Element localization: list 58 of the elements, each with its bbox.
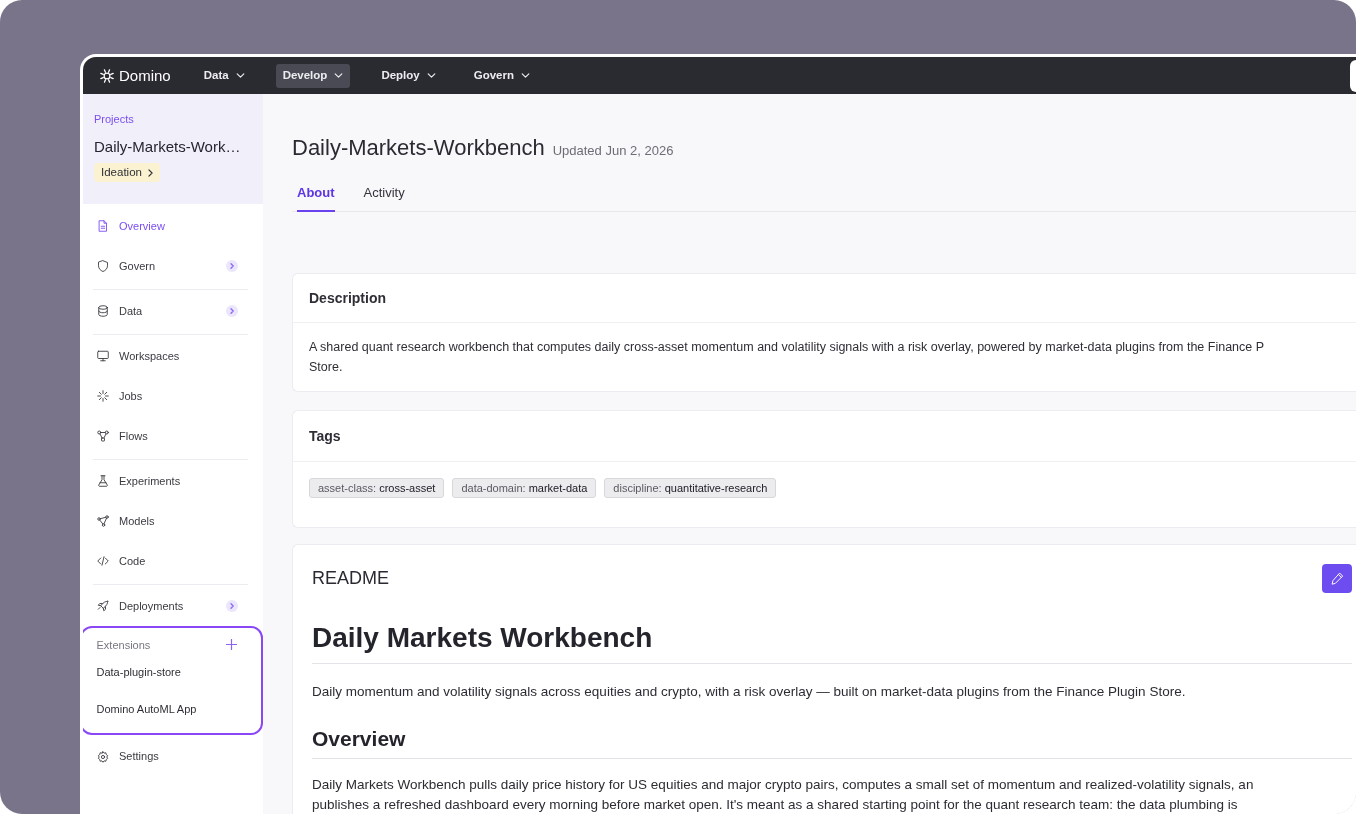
gear-icon xyxy=(97,750,109,763)
sidebar-item[interactable]: Code xyxy=(93,541,248,581)
readme-heading: Daily Markets Workbench xyxy=(312,621,653,655)
readme-title: README xyxy=(312,567,389,590)
section-heading: Overview xyxy=(312,726,406,752)
sidebar-item[interactable]: Jobs xyxy=(93,376,248,416)
sidebar-item[interactable]: Deployments xyxy=(93,586,248,626)
nav-menu[interactable]: Deploy xyxy=(374,63,443,88)
sidebar-item[interactable]: Workspaces xyxy=(93,336,248,376)
sidebar-item[interactable]: Overview xyxy=(93,206,248,246)
code-icon xyxy=(97,555,109,567)
sidebar-item[interactable]: Flows xyxy=(93,416,248,456)
caret-icon xyxy=(235,73,245,78)
breadcrumb-link[interactable]: Projects xyxy=(94,112,134,126)
tag-chip: asset-class: cross-asset xyxy=(309,478,445,498)
tag-chip: data-domain: market-data xyxy=(452,478,597,498)
logo-icon xyxy=(100,68,114,83)
caret-icon xyxy=(426,73,436,78)
nodes-icon xyxy=(97,430,109,442)
plus-icon[interactable] xyxy=(226,639,237,650)
document-icon xyxy=(97,220,109,232)
extensions-label: Extensions xyxy=(96,637,151,652)
logo-text: Domino xyxy=(119,66,171,85)
sidebar-item[interactable]: Models xyxy=(93,501,248,541)
extension-link[interactable]: Domino AutoML App xyxy=(96,690,197,728)
readme-paragraph: Daily Markets Workbench pulls daily price history for US equities and major crypto pairs, computes a small set of momentum and realized-volatility signals, an publishes a refreshed dashboard every morning before market open. It's meant as a shared starting point for the quant research team: the data plumbing is xyxy=(312,776,1254,814)
spinner-icon xyxy=(97,390,109,402)
tag-chip: discipline: quantitative-research xyxy=(604,478,777,498)
tab[interactable]: About xyxy=(297,179,335,212)
edit-button[interactable] xyxy=(1322,564,1352,593)
updated-date: Updated Jun 2, 2026 xyxy=(552,142,674,160)
description-text: A shared quant research workbench that computes daily cross-asset momentum and volatility signals with a risk overlay, powered by market-data plugins from the Finance P Store. xyxy=(309,339,1265,376)
readme-paragraph: Daily momentum and volatility signals across equities and crypto, with a risk overlay — built on market-data plugins from the Finance Plugin Store. xyxy=(312,683,1186,701)
nav-button[interactable] xyxy=(1350,59,1356,92)
project-name: Daily-Markets-Work… xyxy=(94,137,241,157)
nav-menu[interactable]: Develop xyxy=(275,63,351,88)
network-icon xyxy=(97,515,109,527)
flask-icon xyxy=(97,475,109,487)
sidebar-item[interactable]: Data xyxy=(93,291,248,331)
monitor-icon xyxy=(97,350,109,362)
card-title: Tags xyxy=(309,426,341,446)
nav-menu[interactable]: Govern xyxy=(466,63,537,88)
caret-icon xyxy=(521,73,530,78)
extension-link[interactable]: Data-plugin-store xyxy=(96,653,181,691)
sidebar-item[interactable]: Settings xyxy=(97,736,238,777)
nav-menu[interactable]: Data xyxy=(196,63,252,88)
stage-button[interactable]: Ideation xyxy=(94,163,160,182)
caret-icon xyxy=(334,73,344,78)
shield-icon xyxy=(97,260,109,272)
pencil-icon xyxy=(1330,572,1344,585)
sidebar-item[interactable]: Experiments xyxy=(93,461,248,501)
rocket-icon xyxy=(97,600,109,612)
sidebar-item[interactable]: Govern xyxy=(93,246,248,286)
page-title: Daily-Markets-Workbench xyxy=(292,134,545,162)
card-title: Description xyxy=(309,288,386,308)
database-icon xyxy=(97,305,109,317)
tab[interactable]: Activity xyxy=(363,179,405,212)
chevron-icon xyxy=(147,168,153,177)
